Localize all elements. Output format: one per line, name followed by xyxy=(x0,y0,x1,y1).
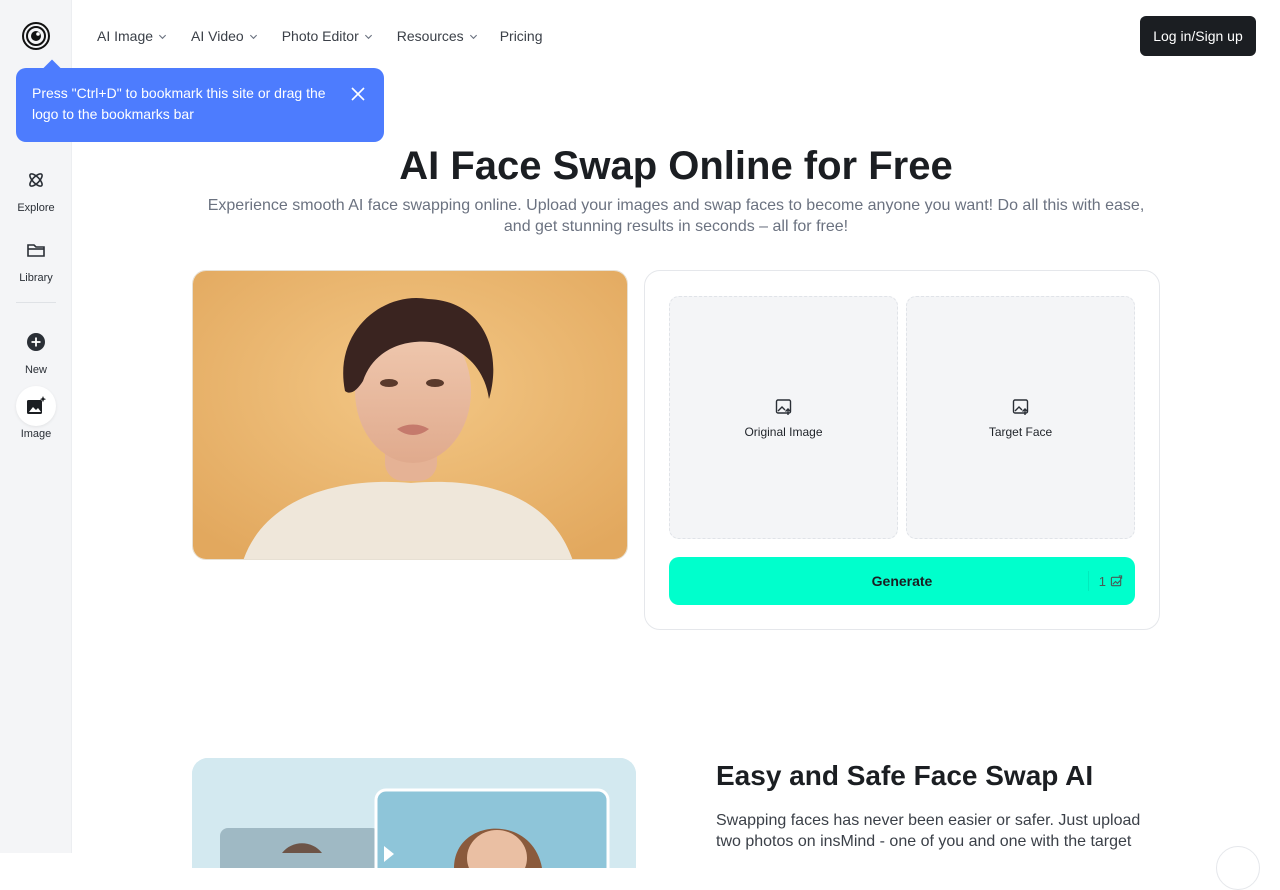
chevron-down-icon xyxy=(158,34,167,39)
image-sparkle-icon xyxy=(16,386,56,426)
nav-label: Resources xyxy=(396,28,464,44)
generate-button[interactable]: Generate 1 xyxy=(669,557,1135,605)
sidebar-item-new[interactable]: New xyxy=(0,322,72,376)
bookmark-tooltip: Press "Ctrl+D" to bookmark this site or … xyxy=(16,68,384,142)
face-swap-panel: Original Image Target Face Generate 1 xyxy=(644,270,1160,630)
chevron-down-icon xyxy=(249,34,257,39)
section-text: Swapping faces has never been easier or … xyxy=(716,812,1141,850)
credit-count: 1 xyxy=(1098,573,1106,589)
sidebar-item-label: Explore xyxy=(17,202,55,214)
feature-image xyxy=(192,758,636,868)
credit-icon xyxy=(1110,574,1123,586)
sidebar-item-library[interactable]: Library xyxy=(0,230,72,284)
page-title: AI Face Swap Online for Free xyxy=(399,144,953,188)
nav-ai-video[interactable]: AI Video xyxy=(191,28,258,44)
chevron-down-icon xyxy=(469,34,477,39)
nav-label: AI Video xyxy=(191,28,244,44)
atom-icon xyxy=(16,160,56,200)
sidebar-item-explore[interactable]: Explore xyxy=(0,160,72,214)
top-nav: AI Image AI Video Photo Editor Resources… xyxy=(97,26,566,46)
nav-label: Pricing xyxy=(499,28,543,44)
sidebar-item-label: New xyxy=(24,364,47,376)
close-icon[interactable] xyxy=(350,86,366,102)
nav-photo-editor[interactable]: Photo Editor xyxy=(282,28,373,44)
login-signup-button[interactable]: Log in/Sign up xyxy=(1140,16,1256,56)
nav-label: Photo Editor xyxy=(281,28,359,44)
sidebar-item-label: Library xyxy=(19,272,53,284)
nav-pricing[interactable]: Pricing xyxy=(500,28,543,44)
chevron-down-icon xyxy=(364,34,372,39)
target-face-upload[interactable]: Target Face xyxy=(906,296,1135,539)
generate-label: Generate xyxy=(871,573,933,589)
sidebar-item-image[interactable]: Image xyxy=(0,386,72,440)
image-upload-icon xyxy=(1012,398,1028,415)
original-image-upload[interactable]: Original Image xyxy=(669,296,898,539)
target-face-label: Target Face xyxy=(988,424,1053,439)
example-portrait-image xyxy=(192,270,628,560)
image-upload-icon xyxy=(775,398,791,415)
tooltip-text: Press "Ctrl+D" to bookmark this site or … xyxy=(32,85,326,122)
folder-icon xyxy=(16,230,56,270)
sidebar-item-label: Image xyxy=(20,428,52,440)
sidebar-divider xyxy=(16,302,56,303)
plus-circle-icon xyxy=(16,322,56,362)
credit-cost: 1 xyxy=(1087,571,1123,591)
nav-ai-image[interactable]: AI Image xyxy=(97,28,167,44)
page-subtitle: Experience smooth AI face swapping onlin… xyxy=(207,197,1145,235)
original-image-label: Original Image xyxy=(744,424,823,439)
section-title: Easy and Safe Face Swap AI xyxy=(716,760,1094,791)
nav-label: AI Image xyxy=(97,28,154,44)
logo-icon[interactable] xyxy=(22,22,50,50)
nav-resources[interactable]: Resources xyxy=(397,28,478,44)
